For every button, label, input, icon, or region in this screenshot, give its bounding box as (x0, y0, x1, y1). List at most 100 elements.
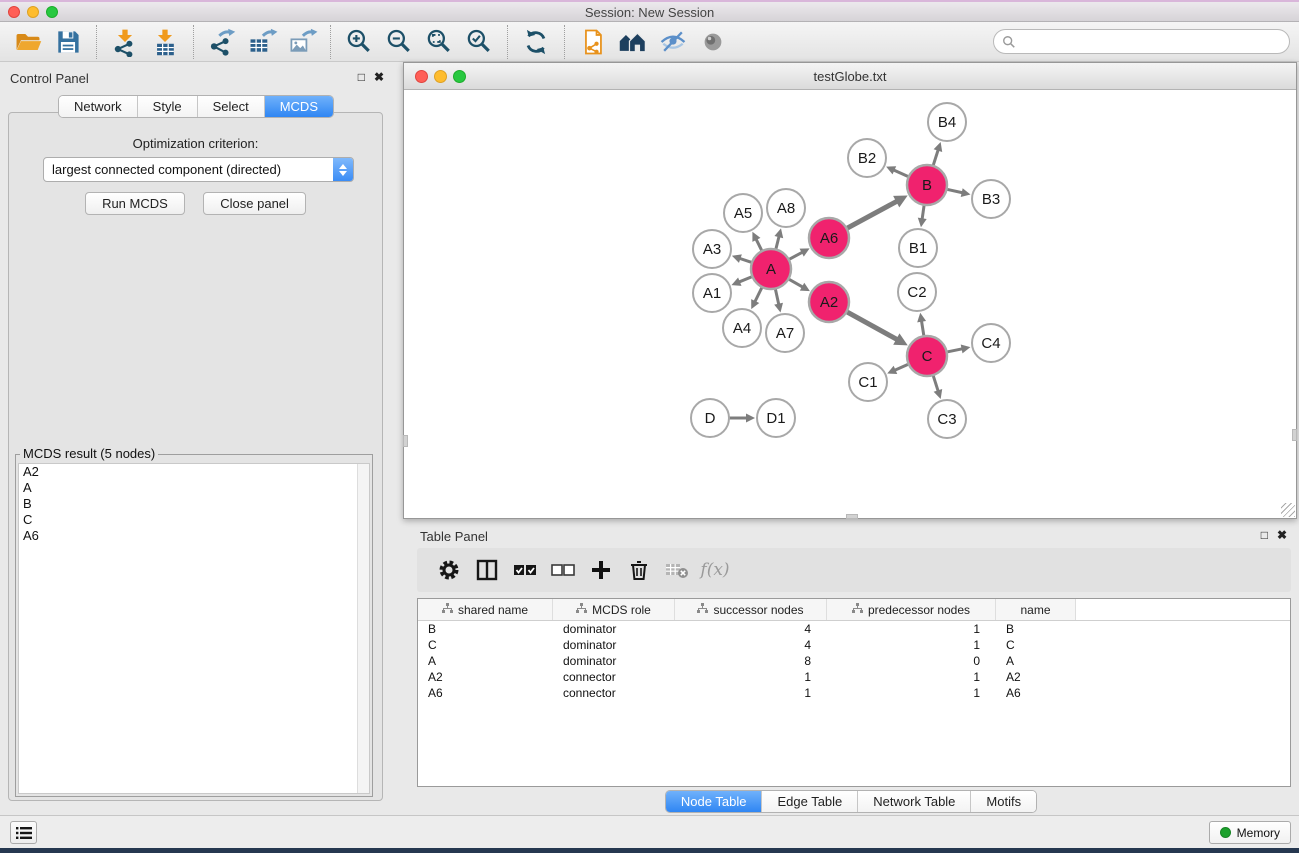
column-header-shared-name[interactable]: shared name (418, 599, 553, 620)
tab-network[interactable]: Network (59, 96, 138, 117)
node-label-A: A (766, 261, 776, 278)
node-label-D1: D1 (766, 410, 785, 427)
close-panel-icon[interactable]: ✖ (374, 70, 384, 84)
delete-column-icon[interactable] (620, 552, 658, 588)
panel-menu-button[interactable] (10, 821, 37, 844)
zoom-selected-icon[interactable] (459, 24, 499, 60)
column-header-predecessor-nodes[interactable]: predecessor nodes (827, 599, 996, 620)
table-row[interactable]: A6connector11A6 (418, 685, 1290, 701)
add-column-icon[interactable] (582, 552, 620, 588)
mcds-result-group: MCDS result (5 nodes) A2ABCA6 (15, 454, 373, 797)
table-header-row: shared nameMCDS rolesuccessor nodes prede… (418, 599, 1290, 621)
node-label-C1: C1 (858, 374, 877, 391)
combo-stepper-icon[interactable] (333, 158, 353, 181)
save-session-icon[interactable] (48, 24, 88, 60)
list-item[interactable]: C (19, 512, 369, 528)
memory-button[interactable]: Memory (1209, 821, 1291, 844)
tab-style[interactable]: Style (138, 96, 198, 117)
memory-status-icon (1220, 827, 1231, 838)
export-network-icon[interactable] (202, 24, 242, 60)
table-row[interactable]: Adominator80A (418, 653, 1290, 669)
column-label: name (1020, 603, 1050, 617)
list-item[interactable]: A6 (19, 528, 369, 544)
edge-arrowhead-icon (917, 313, 926, 323)
table-settings-gear-icon[interactable] (430, 552, 468, 588)
import-table-icon[interactable] (145, 24, 185, 60)
network-window-titlebar[interactable]: testGlobe.txt (404, 63, 1296, 90)
first-neighbors-icon[interactable] (613, 24, 653, 60)
node-label-B2: B2 (858, 150, 876, 167)
tab-edge-table[interactable]: Edge Table (762, 791, 858, 812)
edge-A6-B[interactable] (845, 201, 898, 230)
zoom-out-icon[interactable] (379, 24, 419, 60)
tab-motifs[interactable]: Motifs (971, 791, 1036, 812)
mcds-result-list[interactable]: A2ABCA6 (18, 463, 370, 794)
table-cell: connector (553, 685, 675, 701)
column-label: predecessor nodes (868, 603, 970, 617)
list-item[interactable]: A2 (19, 464, 369, 480)
close-panel-icon[interactable]: ✖ (1277, 528, 1287, 542)
table-cell: 0 (827, 653, 996, 669)
float-panel-icon[interactable]: □ (1261, 528, 1268, 542)
run-mcds-button[interactable]: Run MCDS (85, 192, 185, 215)
tab-network-table[interactable]: Network Table (858, 791, 971, 812)
toolbar-separator (96, 25, 97, 59)
tab-select[interactable]: Select (198, 96, 265, 117)
table-row[interactable]: Bdominator41B (418, 621, 1290, 637)
export-table-icon[interactable] (242, 24, 282, 60)
hide-selected-icon[interactable] (653, 24, 693, 60)
tab-mcds[interactable]: MCDS (265, 96, 333, 117)
mcds-result-title: MCDS result (5 nodes) (20, 446, 158, 461)
close-panel-button[interactable]: Close panel (203, 192, 306, 215)
import-network-icon[interactable] (105, 24, 145, 60)
main-toolbar (0, 22, 1299, 62)
table-cell: B (418, 621, 553, 637)
function-builder-icon[interactable]: f(x) (696, 552, 734, 588)
edge-A2-C[interactable] (845, 311, 898, 340)
toolbar-separator (193, 25, 194, 59)
table-cell: A (418, 653, 553, 669)
resize-grip-icon[interactable] (1281, 503, 1295, 517)
open-file-icon[interactable] (8, 24, 48, 60)
apply-layout-icon[interactable] (516, 24, 556, 60)
zoom-in-icon[interactable] (339, 24, 379, 60)
right-scroll-handle[interactable] (1292, 429, 1297, 441)
table-cell: A (996, 653, 1076, 669)
list-scrollbar[interactable] (357, 464, 369, 793)
edge-arrowhead-icon (746, 414, 755, 423)
table-panel-title: Table Panel (420, 529, 488, 544)
zoom-fit-icon[interactable] (419, 24, 459, 60)
tab-node-table[interactable]: Node Table (666, 791, 763, 812)
column-browser-icon[interactable] (468, 552, 506, 588)
table-cell: dominator (553, 621, 675, 637)
application-window: { "app": { "title": "Session: New Sessio… (0, 0, 1299, 853)
table-cell: dominator (553, 653, 675, 669)
column-header-successor-nodes[interactable]: successor nodes (675, 599, 827, 620)
table-row[interactable]: Cdominator41C (418, 637, 1290, 653)
node-label-A2: A2 (820, 294, 838, 311)
table-cell: C (418, 637, 553, 653)
toolbar-separator (564, 25, 565, 59)
list-item[interactable]: B (19, 496, 369, 512)
show-all-icon[interactable] (693, 24, 733, 60)
deselect-all-checkboxes-icon[interactable] (544, 552, 582, 588)
delete-table-icon[interactable] (658, 552, 696, 588)
bottom-scroll-handle[interactable] (846, 514, 858, 519)
search-field[interactable] (993, 29, 1290, 54)
select-all-checkboxes-icon[interactable] (506, 552, 544, 588)
column-header-mcds-role[interactable]: MCDS role (553, 599, 675, 620)
list-icon (15, 825, 33, 841)
left-scroll-handle[interactable] (403, 435, 408, 447)
export-image-icon[interactable] (282, 24, 322, 60)
table-row[interactable]: A2connector11A2 (418, 669, 1290, 685)
column-header-name[interactable]: name (996, 599, 1076, 620)
node-label-B3: B3 (982, 191, 1000, 208)
search-input[interactable] (1016, 34, 1289, 49)
window-titlebar[interactable]: Session: New Session (0, 0, 1299, 22)
network-canvas[interactable]: A5A8A6A3AA1A2A4A7B2B4BB3B1C2C4CC1C3DD1 (404, 91, 1296, 518)
memory-button-label: Memory (1237, 826, 1280, 840)
optimization-criterion-select[interactable]: largest connected component (directed) (43, 157, 354, 182)
network-from-file-icon[interactable] (573, 24, 613, 60)
list-item[interactable]: A (19, 480, 369, 496)
float-panel-icon[interactable]: □ (358, 70, 365, 84)
